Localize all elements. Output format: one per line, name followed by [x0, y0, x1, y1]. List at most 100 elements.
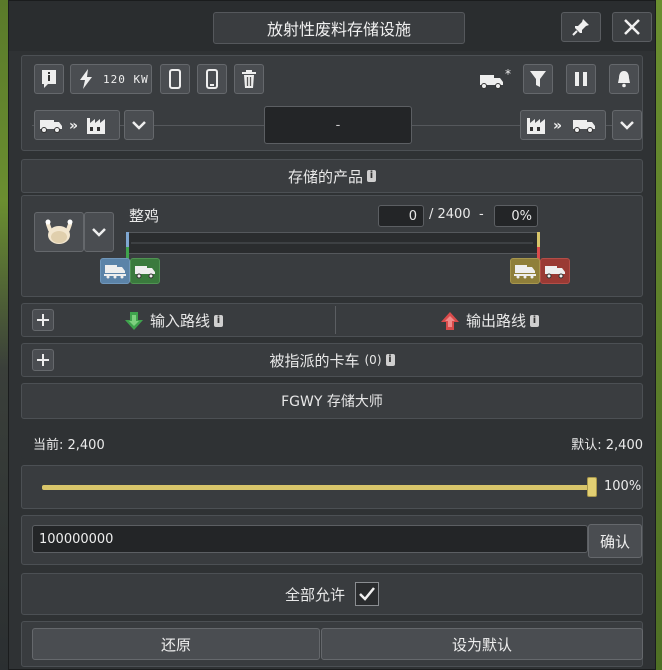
- input-routes-tab[interactable]: 输入路线 i: [124, 310, 224, 331]
- info-icon[interactable]: i: [367, 170, 376, 182]
- assigned-trucks-title: 被指派的卡车 (0) i: [22, 344, 642, 376]
- conveyor-truck-icon: [514, 265, 536, 279]
- add-route-button[interactable]: [32, 309, 54, 331]
- power-value: 120 KW: [103, 72, 149, 86]
- notification-button[interactable]: [609, 64, 639, 94]
- chevron-down-icon: [132, 121, 146, 130]
- amount-dash: -: [479, 207, 484, 222]
- toolbar-panel: 120 KW * » - »: [21, 55, 643, 151]
- chevron-down-icon: [92, 228, 106, 237]
- pin-icon: [572, 19, 589, 36]
- stored-products-title: 存储的产品: [287, 167, 363, 186]
- svg-text:*: *: [505, 68, 511, 81]
- fgwy-slider-panel: 100%: [21, 465, 643, 509]
- route-center-field[interactable]: -: [264, 106, 412, 144]
- unload-conveyor-badge[interactable]: [100, 258, 130, 284]
- slider-fill: [42, 485, 592, 490]
- info-button[interactable]: [34, 64, 64, 94]
- output-routes-tab[interactable]: 输出路线 i: [440, 310, 540, 331]
- current-amount-field[interactable]: 0: [378, 205, 424, 227]
- storage-bar-line: [131, 242, 533, 244]
- delete-button[interactable]: [234, 64, 264, 94]
- fgwy-input-panel: 确认: [21, 515, 643, 565]
- product-panel: 整鸡 0 / 2400 - 0%: [21, 195, 643, 297]
- routes-panel: 输入路线 i 输出路线 i: [21, 303, 643, 337]
- plus-icon: [37, 314, 49, 326]
- info-icon: [42, 70, 56, 88]
- trucks-panel: 被指派的卡车 (0) i: [21, 343, 643, 377]
- route-right-dropdown[interactable]: [612, 110, 642, 140]
- truck-to-factory-icon: »: [40, 118, 105, 134]
- checkmark-icon: [359, 587, 375, 601]
- capacity-label: / 2400: [429, 207, 471, 222]
- trash-icon: [242, 70, 256, 88]
- filter-button[interactable]: [523, 64, 553, 94]
- allow-all-panel: 全部允许: [21, 573, 643, 615]
- conveyor-truck-icon: [104, 265, 126, 279]
- product-dropdown[interactable]: [84, 212, 114, 252]
- input-routes-label: 输入路线: [150, 312, 211, 330]
- load-truck-badge[interactable]: [540, 258, 570, 284]
- truck-icon: [545, 266, 565, 279]
- slider-percent: 100%: [604, 479, 642, 494]
- truck-star-icon: *: [480, 68, 511, 89]
- route-truck-to-factory-selector[interactable]: »: [34, 110, 120, 140]
- capacity-input[interactable]: [32, 525, 588, 553]
- allow-all-label: 全部允许: [284, 585, 345, 604]
- assigned-trucks-label: 被指派的卡车: [269, 351, 360, 370]
- slider-handle[interactable]: [587, 477, 597, 497]
- percent-field[interactable]: 0%: [494, 205, 538, 227]
- unload-truck-badge[interactable]: [130, 258, 160, 284]
- truck-settings-button[interactable]: *: [476, 64, 516, 94]
- title-bar[interactable]: 放射性废料存储设施: [9, 1, 655, 51]
- fgwy-title: FGWY 存储大师: [281, 394, 383, 410]
- close-button[interactable]: [612, 12, 652, 42]
- pause-icon: [575, 72, 587, 86]
- product-icon-box[interactable]: [34, 212, 84, 252]
- fgwy-header: FGWY 存储大师: [21, 383, 643, 419]
- slider-track[interactable]: [42, 485, 592, 490]
- info-icon[interactable]: i: [530, 314, 540, 327]
- phone-button[interactable]: [197, 64, 227, 94]
- close-icon: [624, 19, 640, 35]
- restore-button[interactable]: 还原: [32, 628, 320, 660]
- window-title: 放射性废料存储设施: [213, 12, 465, 44]
- filter-icon: [530, 71, 546, 87]
- power-indicator[interactable]: 120 KW: [70, 64, 152, 94]
- chevron-down-icon: [620, 121, 634, 130]
- device-icon: [169, 69, 181, 89]
- routes-divider: [335, 306, 336, 334]
- info-icon[interactable]: i: [214, 314, 224, 327]
- storage-bar: [126, 232, 540, 254]
- assigned-trucks-count: (0): [364, 353, 382, 367]
- lightning-icon: [80, 69, 92, 89]
- set-default-button[interactable]: 设为默认: [321, 628, 643, 660]
- allow-all-checkbox[interactable]: [355, 582, 379, 606]
- footer-panel: 还原 设为默认: [21, 621, 643, 667]
- stored-products-header: 存储的产品 i: [21, 159, 643, 193]
- confirm-button[interactable]: 确认: [588, 524, 642, 558]
- truck-icon: [135, 266, 155, 279]
- pin-button[interactable]: [561, 12, 601, 42]
- fgwy-values-row: 当前: 2,400 默认: 2,400: [21, 425, 643, 459]
- default-value-label: 默认: 2,400: [571, 438, 643, 453]
- factory-to-truck-icon: »: [527, 118, 595, 134]
- output-routes-label: 输出路线: [466, 312, 527, 330]
- load-conveyor-badge[interactable]: [510, 258, 540, 284]
- input-arrow-icon: [125, 311, 143, 330]
- info-icon[interactable]: i: [385, 354, 395, 366]
- phone-icon: [206, 69, 218, 89]
- storage-window: 放射性废料存储设施 120 KW * » - » 存储的产品 i 整鸡 0 / …: [8, 0, 656, 670]
- device-tall-button[interactable]: [160, 64, 190, 94]
- bell-icon: [618, 71, 630, 88]
- allow-all-row: 全部允许: [22, 574, 642, 614]
- product-name: 整鸡: [129, 207, 160, 225]
- current-value-label: 当前: 2,400: [33, 438, 105, 453]
- route-left-dropdown[interactable]: [124, 110, 154, 140]
- whole-chicken-icon: [45, 219, 73, 244]
- svg-text:»: »: [69, 118, 78, 134]
- svg-text:»: »: [553, 118, 562, 134]
- output-arrow-icon: [441, 311, 459, 330]
- pause-button[interactable]: [566, 64, 596, 94]
- route-factory-to-truck-selector[interactable]: »: [520, 110, 606, 140]
